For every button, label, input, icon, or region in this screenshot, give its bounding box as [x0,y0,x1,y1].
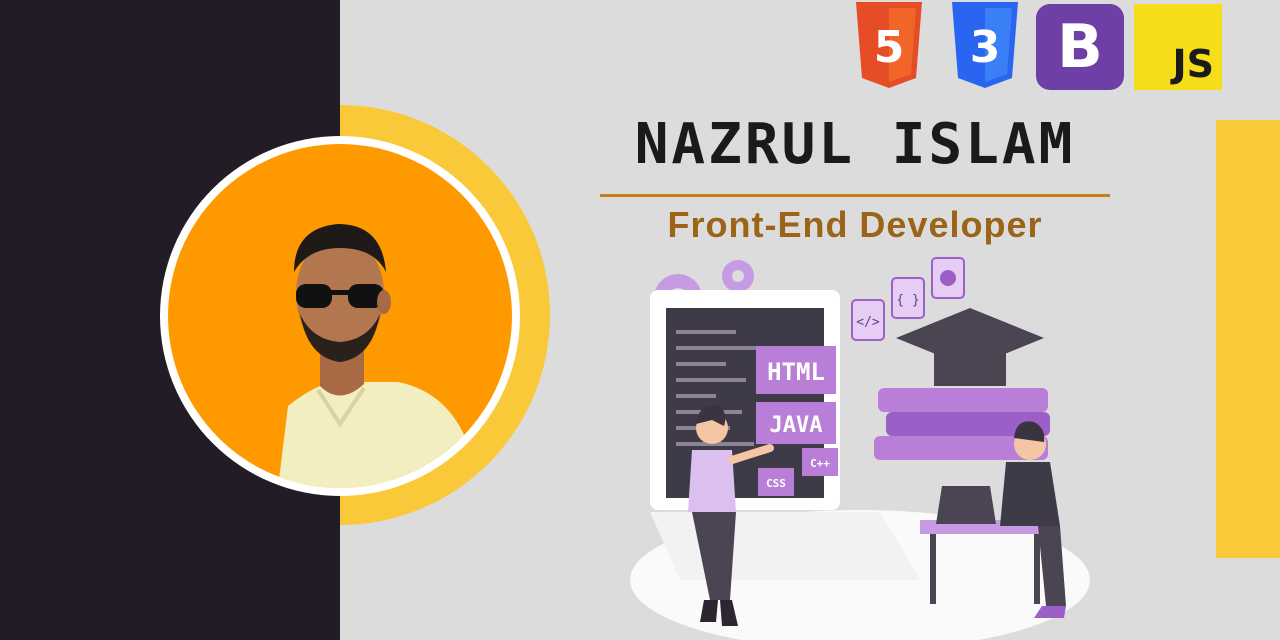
code-tag-icon-label: </> [856,315,880,330]
yellow-accent-bar [1216,120,1280,558]
braces-icon-label: { } [896,293,919,308]
person-photo-illustration [278,224,478,488]
keyboard-base [650,512,920,580]
bootstrap-icon-label: B [1057,12,1103,82]
profile-role: Front-End Developer [667,204,1043,245]
css3-icon-label: 3 [970,22,1001,73]
title-divider [600,194,1110,197]
profile-name: NAZRUL ISLAM [634,112,1076,177]
html5-icon: 5 [856,2,922,88]
laptop-icon [936,486,996,524]
cpp-tag-label: C++ [810,457,830,470]
bootstrap-icon: B [1036,4,1124,90]
developer-illustration: </> { } HTML JAVA CSS C++ [630,257,1090,640]
java-tag-label: JAVA [770,413,823,438]
javascript-icon-label: JS [1172,42,1214,86]
book [878,388,1048,412]
html-tag-label: HTML [767,358,825,386]
css-tag-label: CSS [766,477,786,490]
avatar [168,144,512,488]
javascript-icon: JS [1134,4,1222,90]
html5-icon-label: 5 [874,22,905,73]
css3-icon: 3 [952,2,1018,88]
